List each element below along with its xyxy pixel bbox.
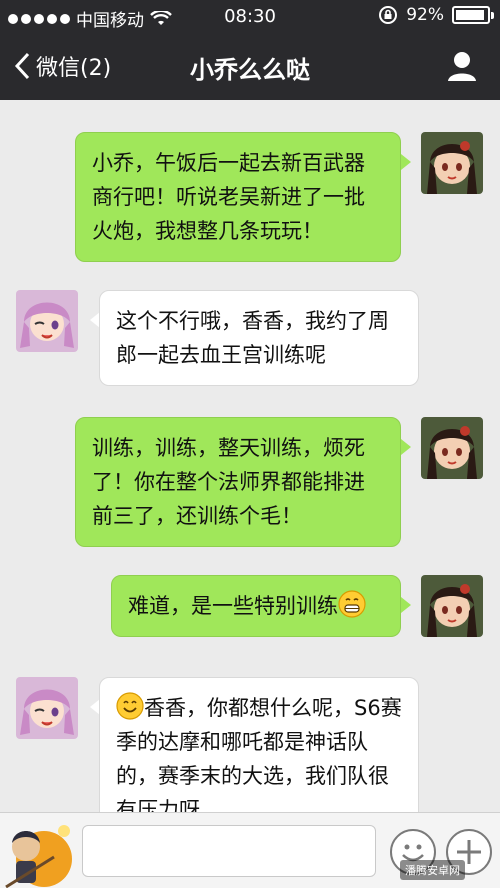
girl-pink-hair-avatar-icon <box>16 677 78 739</box>
avatar[interactable] <box>16 290 78 352</box>
rotation-lock-icon <box>379 6 398 24</box>
voice-button[interactable] <box>4 817 76 888</box>
character-avatar-icon <box>5 825 72 888</box>
status-bar: 中国移动 08:30 92% <box>0 0 500 34</box>
message-text: 难道，是一些特别训练 <box>128 594 338 618</box>
avatar[interactable] <box>421 575 483 637</box>
girl-pink-hair-avatar-icon <box>16 290 78 352</box>
message-input[interactable] <box>82 825 376 877</box>
message-bubble[interactable]: 这个不行哦，香香，我约了周郎一起去血王宫训练呢 <box>99 290 419 386</box>
chat-title: 小乔么么哒 <box>190 56 310 84</box>
battery-percent: 92% <box>406 5 444 25</box>
smile-emoji-icon <box>116 692 144 720</box>
battery-icon <box>452 6 494 24</box>
girl-dark-hair-avatar-icon <box>421 132 483 194</box>
message-bubble[interactable]: 训练，训练，整天训练，烦死了！你在整个法师界都能排进前三了，还训练个毛！ <box>75 417 401 547</box>
nav-bar: 微信(2) 小乔么么哒 <box>0 34 500 100</box>
profile-button[interactable] <box>446 50 478 86</box>
message-text: 小乔，午饭后一起去新百武器商行吧！听说老吴新进了一批火炮，我想整几条玩玩！ <box>92 151 365 243</box>
chat-area[interactable]: 小乔，午饭后一起去新百武器商行吧！听说老吴新进了一批火炮，我想整几条玩玩！ 这个… <box>0 100 500 812</box>
avatar[interactable] <box>421 132 483 194</box>
message-text: 训练，训练，整天训练，烦死了！你在整个法师界都能排进前三了，还训练个毛！ <box>92 436 365 528</box>
message-bubble[interactable]: 小乔，午饭后一起去新百武器商行吧！听说老吴新进了一批火炮，我想整几条玩玩！ <box>75 132 401 262</box>
message-text: 这个不行哦，香香，我约了周郎一起去血王宫训练呢 <box>116 309 389 367</box>
girl-dark-hair-avatar-icon <box>421 417 483 479</box>
grin-emoji-icon <box>338 590 366 618</box>
person-icon <box>448 52 476 81</box>
avatar[interactable] <box>16 677 78 739</box>
girl-dark-hair-avatar-icon <box>421 575 483 637</box>
message-bubble[interactable]: 香香，你都想什么呢，S6赛季的达摩和哪吒都是神话队的，赛季末的大选，我们队很有压… <box>99 677 419 812</box>
avatar[interactable] <box>421 417 483 479</box>
watermark: 潘腾安卓网 <box>400 860 465 880</box>
message-bubble[interactable]: 难道，是一些特别训练 <box>111 575 401 637</box>
message-text: 香香，你都想什么呢，S6赛季的达摩和哪吒都是神话队的，赛季末的大选，我们队很有压… <box>116 696 402 812</box>
